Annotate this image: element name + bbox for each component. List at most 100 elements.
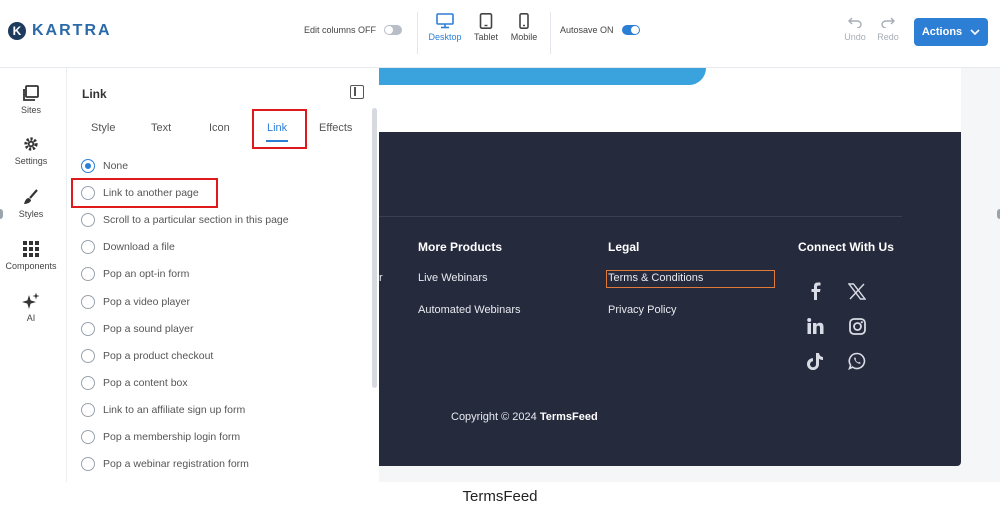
option-content-box[interactable]: Pop a content box (81, 374, 188, 392)
tiktok-icon[interactable] (805, 351, 825, 371)
footer-heading-connect: Connect With Us (798, 240, 894, 254)
radio-button[interactable] (81, 240, 95, 254)
footer-link-automated-webinars[interactable]: Automated Webinars (418, 304, 521, 316)
footer-link-live-webinars[interactable]: Live Webinars (418, 272, 488, 284)
undo-icon (848, 17, 862, 28)
link-settings-panel: Link Style Text Icon Link Effects None L… (66, 68, 379, 482)
option-label: Download a file (103, 241, 175, 253)
whatsapp-icon[interactable] (847, 351, 867, 371)
option-membership-login[interactable]: Pop a membership login form (81, 428, 240, 446)
blue-banner[interactable] (379, 68, 706, 85)
option-label: Link to an affiliate sign up form (103, 404, 246, 416)
radio-button[interactable] (81, 457, 95, 471)
sidebar-item-ai[interactable]: AI (0, 292, 62, 323)
device-tablet-button[interactable]: Tablet (466, 13, 506, 42)
redo-button[interactable]: Redo (875, 16, 901, 42)
option-webinar-registration[interactable]: Pop a webinar registration form (81, 455, 249, 473)
copyright-text: Copyright © 2024 TermsFeed (451, 411, 598, 423)
sidebar-item-label: Settings (14, 156, 48, 166)
option-opt-in-form[interactable]: Pop an opt-in form (81, 265, 189, 283)
option-scroll-to-section[interactable]: Scroll to a particular section in this p… (81, 211, 289, 229)
edit-columns-label: Edit columns OFF (304, 25, 377, 35)
sidebar-item-label: Sites (20, 105, 41, 115)
collapse-panel-icon[interactable] (350, 85, 364, 99)
desktop-icon (436, 13, 454, 29)
radio-button[interactable] (81, 430, 95, 444)
option-label: Pop a content box (103, 377, 188, 389)
logo-mark: K (8, 22, 26, 40)
kartra-logo[interactable]: K KARTRA (8, 22, 112, 40)
brush-icon (24, 189, 38, 204)
gear-icon (24, 137, 38, 151)
panel-title: Link (82, 87, 107, 101)
sidebar-item-settings[interactable]: Settings (0, 135, 62, 166)
x-icon[interactable] (847, 281, 867, 301)
radio-button[interactable] (81, 322, 95, 336)
footer-heading-legal: Legal (608, 240, 640, 254)
footer-divider (379, 216, 902, 217)
option-product-checkout[interactable]: Pop a product checkout (81, 347, 213, 365)
option-label: Pop a video player (103, 296, 190, 308)
autosave-switch[interactable] (621, 25, 640, 35)
radio-button[interactable] (81, 403, 95, 417)
undo-label: Undo (844, 32, 866, 42)
left-sidebar: Sites Settings Styles Components AI (0, 68, 66, 482)
page-footer[interactable]: r More Products Live Webinars Automated … (379, 132, 961, 466)
edit-columns-toggle[interactable]: Edit columns OFF (304, 25, 403, 35)
facebook-icon[interactable] (805, 281, 825, 301)
copyright-prefix: Copyright © 2024 (451, 411, 537, 423)
option-affiliate-signup[interactable]: Link to an affiliate sign up form (81, 401, 245, 419)
sites-icon (23, 85, 39, 101)
sidebar-item-components[interactable]: Components (0, 240, 62, 271)
tab-effects[interactable]: Effects (319, 122, 352, 134)
radio-button[interactable] (81, 213, 95, 227)
device-mobile-button[interactable]: Mobile (504, 13, 544, 42)
radio-button[interactable] (81, 267, 95, 281)
option-none[interactable]: None (81, 157, 128, 175)
actions-label: Actions (921, 26, 963, 38)
option-label: Pop an opt-in form (103, 268, 190, 280)
device-desktop-button[interactable]: Desktop (425, 13, 465, 42)
link-tab-highlight (252, 109, 307, 149)
footer-heading-more-products: More Products (418, 240, 503, 254)
option-label: Pop a product checkout (103, 350, 214, 362)
top-toolbar: K KARTRA Edit columns OFF Desktop Tablet… (0, 0, 1000, 68)
option-download-file[interactable]: Download a file (81, 238, 175, 256)
instagram-icon[interactable] (847, 316, 867, 336)
left-edge-handle[interactable] (0, 209, 3, 219)
sidebar-item-styles[interactable]: Styles (0, 188, 62, 219)
edit-columns-switch[interactable] (384, 25, 403, 35)
actions-button[interactable]: Actions (914, 18, 988, 46)
sidebar-item-label: Components (5, 261, 57, 271)
device-label: Mobile (510, 32, 538, 42)
toolbar-divider (550, 12, 551, 54)
tab-text[interactable]: Text (151, 122, 171, 134)
link-option-highlight (71, 178, 218, 208)
panel-scrollbar[interactable] (372, 108, 377, 388)
device-label: Desktop (428, 32, 462, 42)
option-label: Scroll to a particular section in this p… (103, 214, 289, 226)
sidebar-item-label: Styles (18, 209, 44, 219)
redo-icon (881, 17, 895, 28)
sidebar-item-sites[interactable]: Sites (0, 84, 62, 115)
option-label: None (103, 160, 129, 172)
tab-icon[interactable]: Icon (209, 122, 230, 134)
radio-button[interactable] (81, 159, 95, 173)
undo-button[interactable]: Undo (842, 16, 868, 42)
sparkle-icon (22, 292, 40, 309)
radio-button[interactable] (81, 295, 95, 309)
grid-icon (23, 241, 39, 257)
option-video-player[interactable]: Pop a video player (81, 293, 190, 311)
radio-button[interactable] (81, 376, 95, 390)
autosave-toggle[interactable]: Autosave ON (560, 25, 640, 35)
toolbar-divider (417, 12, 418, 54)
option-label: Pop a webinar registration form (103, 458, 249, 470)
radio-button[interactable] (81, 349, 95, 363)
option-sound-player[interactable]: Pop a sound player (81, 320, 193, 338)
tab-style[interactable]: Style (91, 122, 115, 134)
linkedin-icon[interactable] (805, 316, 825, 336)
option-label: Pop a membership login form (103, 431, 241, 443)
footer-link-privacy-policy[interactable]: Privacy Policy (608, 304, 676, 316)
mobile-icon (519, 13, 529, 29)
logo-text: KARTRA (32, 22, 112, 39)
